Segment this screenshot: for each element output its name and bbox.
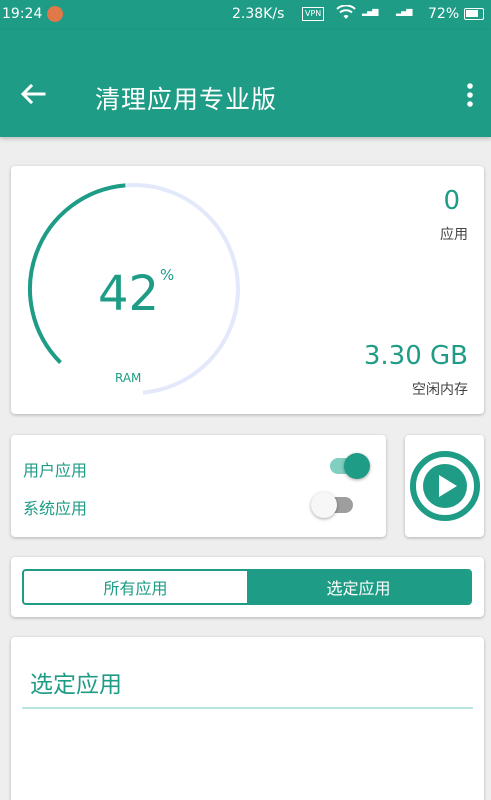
apps-count: 0 xyxy=(443,186,460,216)
battery-percent: 72% xyxy=(428,6,460,22)
status-time: 19:24 xyxy=(2,6,43,22)
free-memory-value: 3.30 GB xyxy=(363,341,468,371)
ram-label: RAM xyxy=(115,371,142,385)
start-clean-button[interactable] xyxy=(405,435,484,537)
apps-label: 应用 xyxy=(440,227,468,243)
ram-percent-sign: % xyxy=(160,266,175,284)
signal-icon: ▂▄▆ xyxy=(362,7,379,16)
system-apps-toggle[interactable] xyxy=(311,489,357,519)
status-bar: 19:24 2.38K/s VPN ▂▄▆ ▂▄▆ 72% xyxy=(0,0,491,30)
play-circle-icon xyxy=(410,451,480,521)
vpn-icon: VPN xyxy=(302,7,325,21)
selected-apps-card: 选定应用 xyxy=(11,637,484,800)
status-net-speed: 2.38K/s xyxy=(232,6,285,22)
tab-all-apps[interactable]: 所有应用 xyxy=(24,571,247,603)
free-memory-label: 空闲内存 xyxy=(412,382,468,398)
tab-bar: 所有应用 选定应用 xyxy=(22,569,472,605)
page-title: 清理应用专业版 xyxy=(95,85,278,114)
toggle-thumb xyxy=(311,492,337,518)
ram-card: 42 % RAM 0 应用 3.30 GB 空闲内存 xyxy=(11,166,484,414)
app-type-toggles-card: 用户应用 系统应用 xyxy=(11,435,386,537)
back-arrow-icon[interactable] xyxy=(18,82,48,106)
selected-apps-title: 选定应用 xyxy=(30,672,122,698)
user-apps-toggle[interactable] xyxy=(324,450,370,480)
notification-icon xyxy=(47,6,63,22)
app-bar: 清理应用专业版 xyxy=(0,30,491,137)
wifi-icon xyxy=(336,4,356,25)
user-apps-label: 用户应用 xyxy=(23,461,88,480)
section-divider xyxy=(22,707,473,709)
toggle-thumb xyxy=(344,453,370,479)
battery-icon xyxy=(464,8,484,20)
ram-percent-value: 42 xyxy=(98,266,160,322)
tabs-card: 所有应用 选定应用 xyxy=(11,557,484,617)
more-vert-icon[interactable] xyxy=(458,82,482,108)
tab-selected-apps[interactable]: 选定应用 xyxy=(247,571,470,603)
signal-icon-2: ▂▄▆ xyxy=(396,7,413,16)
system-apps-label: 系统应用 xyxy=(23,499,88,518)
